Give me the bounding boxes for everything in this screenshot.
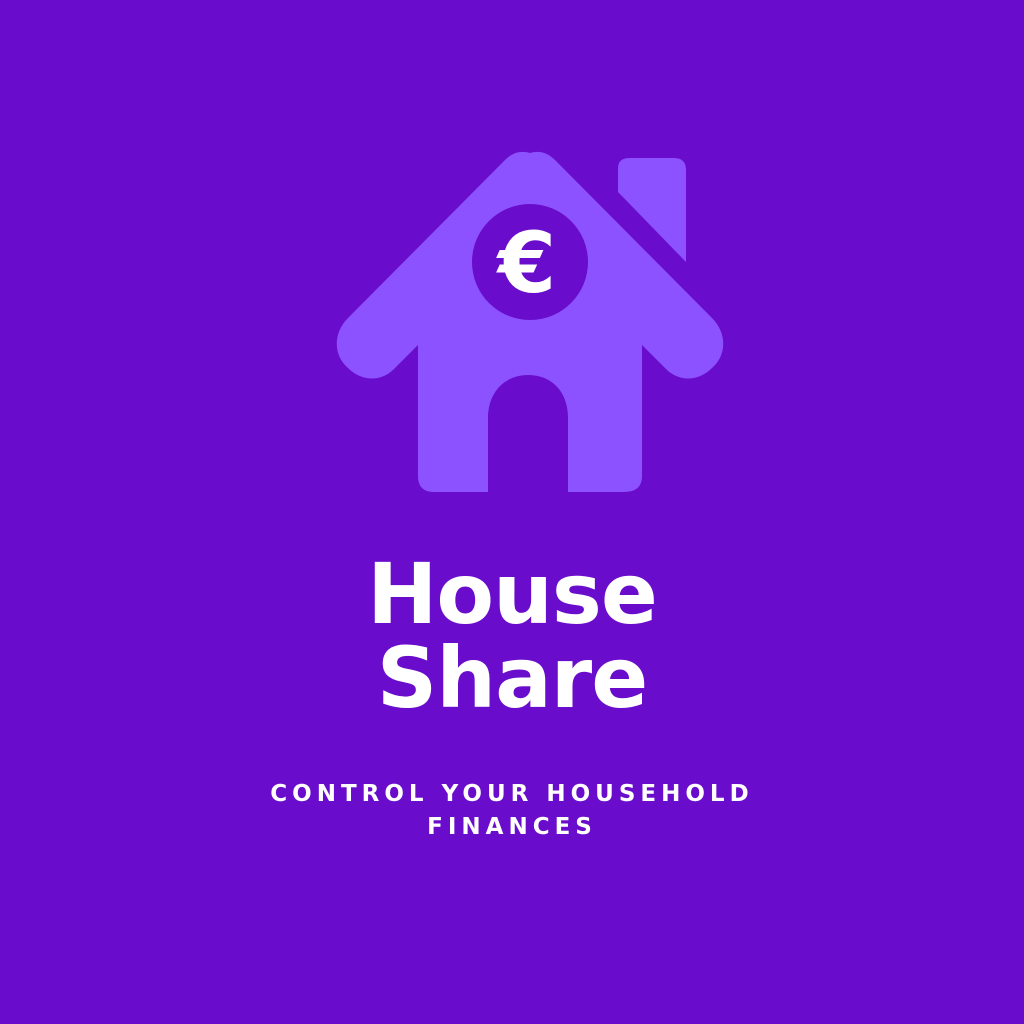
brand-title-line-2: Share <box>376 629 648 727</box>
logo-canvas: € House Share CONTROL YOUR HOUSEHOLD FIN… <box>0 0 1024 1024</box>
house-euro-icon: € <box>336 151 724 492</box>
brand-tagline: CONTROL YOUR HOUSEHOLD FINANCES <box>270 781 754 840</box>
euro-symbol: € <box>496 214 556 312</box>
brand-title-line-1: House <box>367 545 658 643</box>
